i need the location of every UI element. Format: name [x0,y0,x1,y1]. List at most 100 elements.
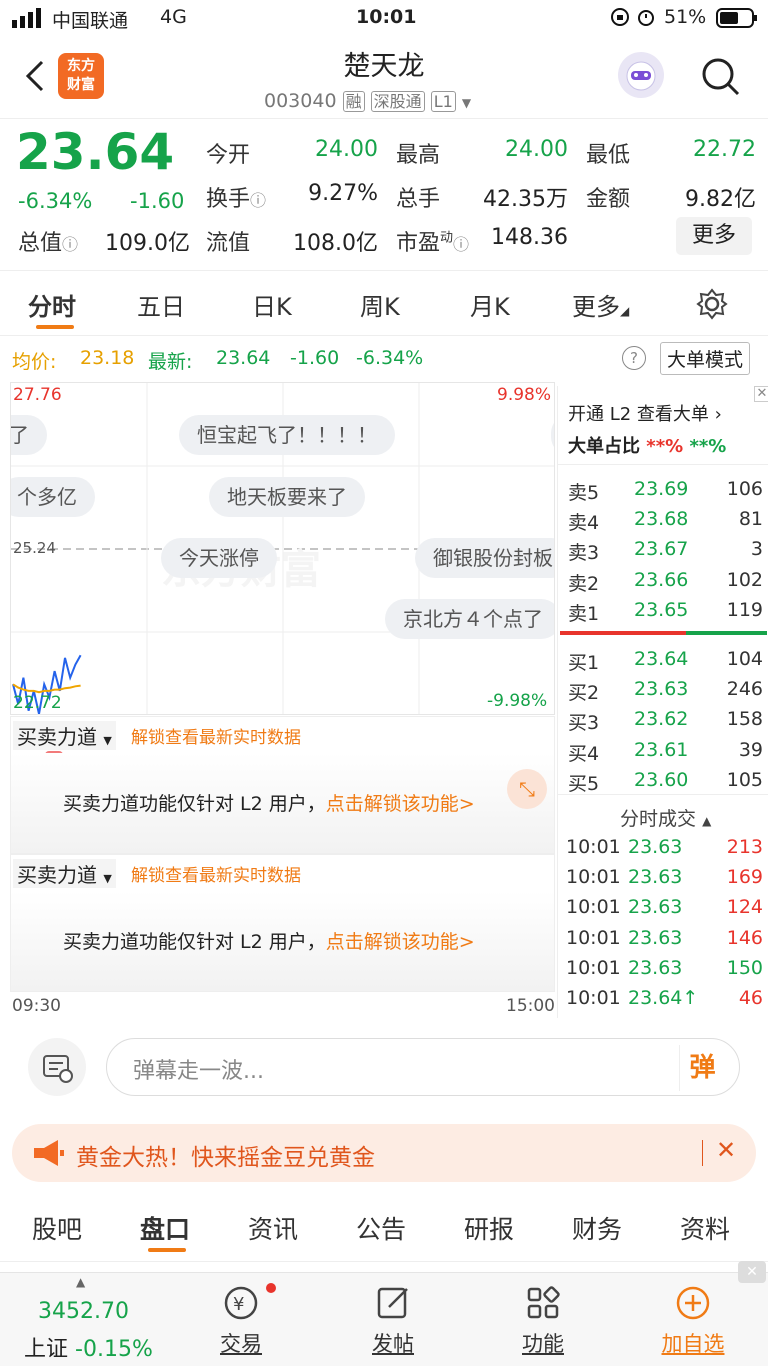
trades-title[interactable]: 分时成交 ▲ [620,804,711,831]
panel-title-dropdown[interactable]: 买卖力道 ▼ [13,859,116,888]
info-icon[interactable]: ⓘ [62,235,78,254]
amount-value: 9.82亿 [685,187,756,212]
battery-icon [716,8,758,33]
sell-volume: 119 [726,598,763,621]
danmu-bubble[interactable]: 个多亿 [11,477,95,517]
l2-upgrade-link[interactable]: 开通 L2 查看大单 › [568,400,722,426]
index-summary[interactable]: 上证 -0.15% [24,1331,153,1363]
functions-button[interactable]: 功能 [488,1283,598,1358]
tab-pankou[interactable]: 盘口 [140,1210,190,1246]
dropdown-caret-icon[interactable]: ▼ [462,96,471,110]
close-toolbar-icon[interactable]: ✕ [738,1261,766,1283]
carrier-name: 中国联通 [52,10,129,32]
tab-intraday[interactable]: 分时 [28,287,76,322]
buy-volume: 39 [738,738,763,761]
lock-rotation-icon [610,7,630,32]
intraday-chart[interactable]: 东方财富 27.76 9.98% 25.24 22.72 -9.98% 了 恒宝… [10,382,555,715]
trade-volume: 124 [726,896,763,919]
tab-finance[interactable]: 财务 [572,1210,622,1246]
search-icon[interactable] [700,56,742,102]
danmu-settings-icon[interactable] [28,1038,86,1096]
danmu-placeholder: 弹幕走一波... [133,1059,264,1084]
buy-sell-force-panel: 买卖力道 ▼ 解锁查看最新实时数据 B 买卖力道功能仅针对 L2 用户，点击解锁… [10,716,555,854]
tab-profile[interactable]: 资料 [680,1210,730,1246]
robot-assistant-icon[interactable] [618,52,664,98]
trade-volume: 46 [738,987,763,1009]
svg-text:¥: ¥ [233,1294,244,1315]
chart-top-price: 27.76 [13,385,62,405]
trade-row: 10:01 23.63 150 [558,953,768,983]
trade-button[interactable]: ¥ 交易 [186,1283,296,1358]
order-book: ✕ 开通 L2 查看大单 › 大单占比 **% **% 卖5 23.69 106 卖4… [557,386,768,1018]
signal-icon [12,8,46,33]
big-order-mode-button[interactable]: 大单模式 [660,342,751,375]
danmu-bubble[interactable]: 今天涨停 [161,538,277,578]
info-icon[interactable]: ⓘ [250,191,266,210]
trade-row: 10:01 23.63 213 [558,832,768,862]
unlock-feature-link[interactable]: 点击解锁该功能> [326,931,475,953]
sell-ratio-bar [560,631,686,635]
trade-price: 23.63 [628,926,683,949]
notification-dot [266,1283,276,1293]
tab-more[interactable]: 更多◢ [572,287,629,322]
info-icon[interactable]: ⓘ [453,235,469,254]
trade-price: 23.64↑ [628,987,699,1009]
danmu-bubble[interactable]: 御银股份封板 [415,538,554,578]
help-icon[interactable]: ? [622,346,646,370]
plus-circle-icon [676,1286,710,1320]
trade-time: 10:01 [566,836,621,858]
tab-daily-k[interactable]: 日K [252,287,292,322]
sell-price: 23.68 [634,508,689,531]
open-value: 24.00 [315,137,378,162]
active-tab-indicator [148,1248,186,1252]
promo-banner[interactable]: 黄金大热！快来摇金豆兑黄金 ✕ [12,1124,756,1182]
danmu-bubble[interactable]: 京北方４个点了 [385,599,554,639]
settings-gear-icon[interactable] [696,288,728,324]
sell-row: 卖2 23.66 102 [558,565,768,595]
close-icon[interactable]: ✕ [754,386,768,402]
stock-code-row: 003040 融 深股通 L1 ▼ [264,88,471,112]
danmu-bubble[interactable]: 地天板要来了 [209,477,365,517]
tab-announcements[interactable]: 公告 [356,1210,406,1246]
unlock-data-link[interactable]: 解锁查看最新实时数据 [131,861,301,886]
turnover-value: 9.27% [308,181,378,206]
chart-bottom-price: 22.72 [13,693,62,713]
locked-message: 买卖力道功能仅针对 L2 用户，点击解锁该功能> [63,793,475,815]
unlock-feature-link[interactable]: 点击解锁该功能> [326,793,475,815]
close-banner-icon[interactable]: ✕ [716,1136,736,1164]
tab-weekly-k[interactable]: 周K [360,287,400,322]
tab-five-day[interactable]: 五日 [137,287,185,322]
sell-level-label: 卖1 [568,602,600,625]
latest-change: -1.60 [290,347,340,369]
trade-volume: 169 [726,866,763,889]
high-label: 最高 [396,143,441,168]
grid-icon [527,1286,560,1319]
network-type: 4G [160,6,187,28]
axis-end-time: 15:00 [506,996,555,1016]
more-button[interactable]: 更多 [676,217,752,255]
index-value[interactable]: 3452.70 [38,1299,129,1324]
unlock-data-link[interactable]: 解锁查看最新实时数据 [131,723,301,748]
trade-volume: 146 [726,926,763,949]
active-tab-indicator [36,325,74,329]
tab-guba[interactable]: 股吧 [32,1210,82,1246]
axis-start-time: 09:30 [12,996,61,1016]
tab-monthly-k[interactable]: 月K [470,287,510,322]
sell-volume: 106 [726,478,763,500]
index-up-caret-icon: ▲ [76,1275,86,1289]
danmu-bubble[interactable]: 恒宝起飞了！！！！ [179,415,395,455]
sell-level-label: 卖3 [568,542,600,565]
tab-news[interactable]: 资讯 [248,1210,298,1246]
expand-icon[interactable]: ⤡ [507,769,547,809]
add-watchlist-button[interactable]: 加自选 [638,1283,748,1358]
buy-price: 23.62 [634,708,689,731]
post-button[interactable]: 发帖 [338,1283,448,1358]
tab-research[interactable]: 研报 [464,1210,514,1246]
price-summary-line: 均价: 23.18 最新: 23.64 -1.60 -6.34% ? 大单模式 [0,338,768,380]
trade-time: 10:01 [566,926,621,949]
danmu-input[interactable]: 弹幕走一波... 弹 [106,1038,740,1096]
sell-level-label: 卖5 [568,482,600,504]
panel-title-dropdown[interactable]: 买卖力道 ▼ [13,721,116,750]
sell-row: 卖1 23.65 119 [558,595,768,625]
send-danmu-button[interactable]: 弹 [679,1045,725,1091]
